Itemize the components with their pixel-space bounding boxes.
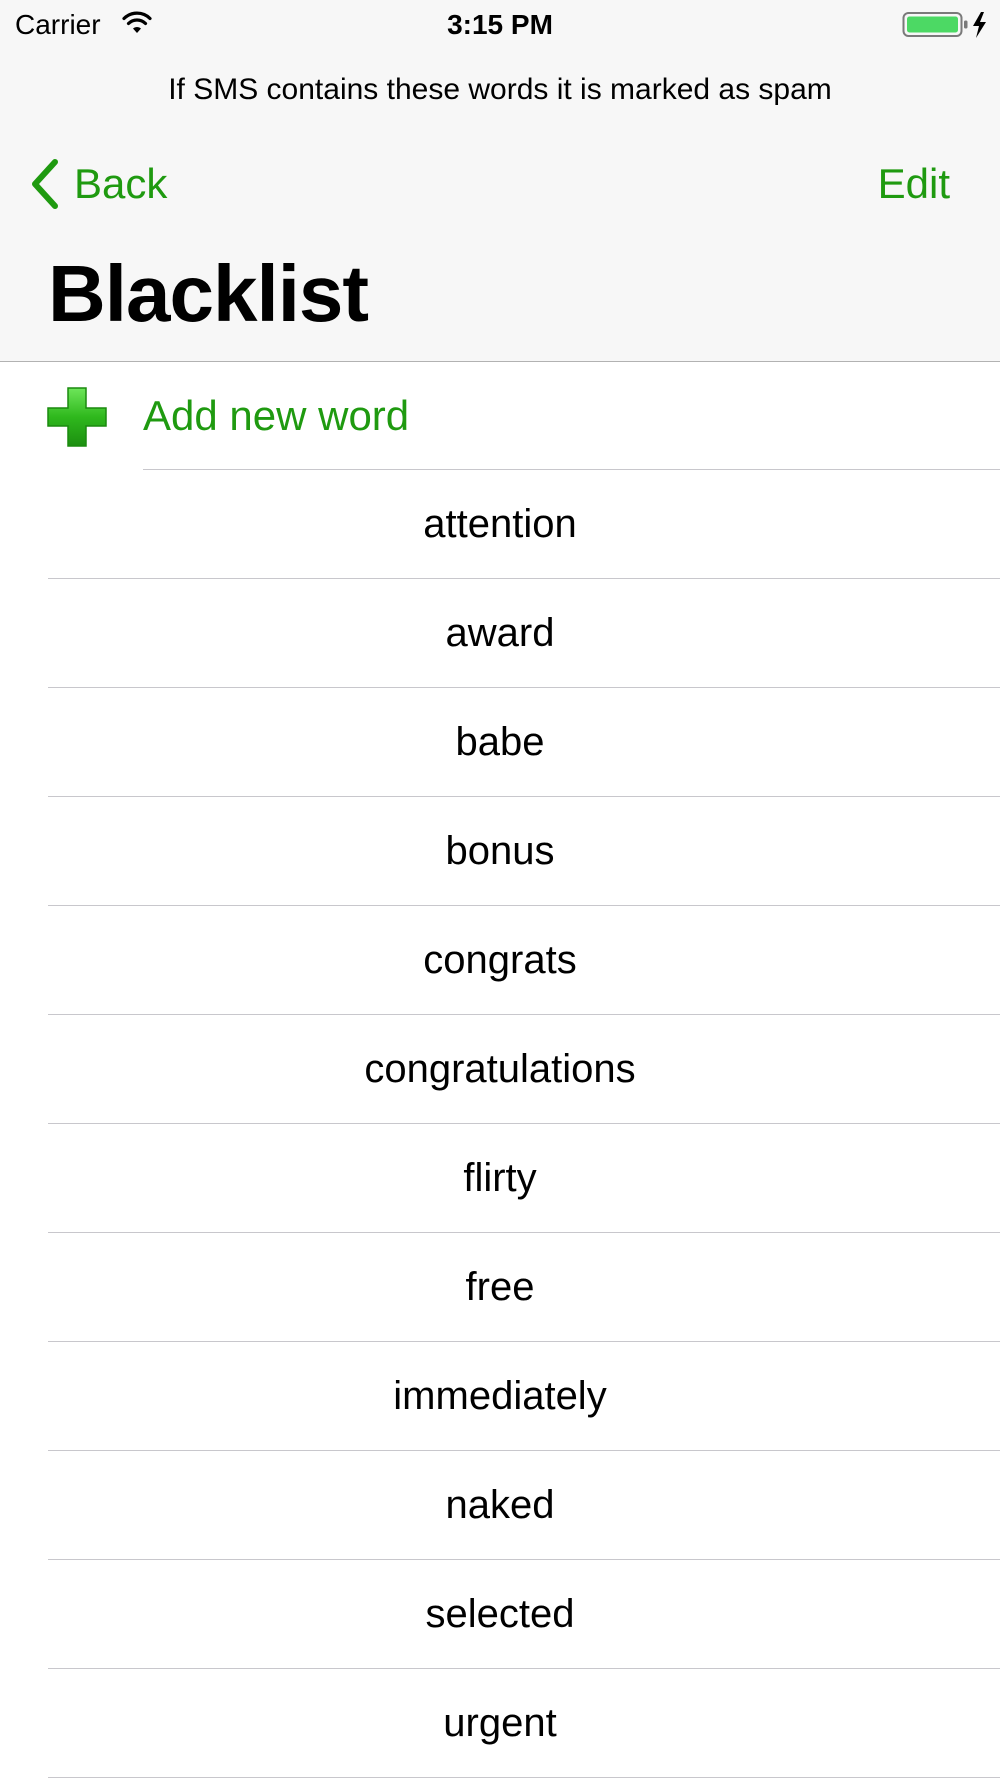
word-label: congrats <box>423 938 577 982</box>
word-row[interactable]: bonus <box>0 797 1000 906</box>
word-row[interactable]: award <box>0 579 1000 688</box>
word-row[interactable]: babe <box>0 688 1000 797</box>
word-row[interactable]: urgent <box>0 1669 1000 1778</box>
word-row[interactable]: congrats <box>0 906 1000 1015</box>
word-label: attention <box>423 502 577 546</box>
word-row[interactable]: congratulations <box>0 1015 1000 1124</box>
chevron-left-icon <box>32 159 58 209</box>
edit-button[interactable]: Edit <box>878 155 950 213</box>
word-label: babe <box>455 720 545 764</box>
word-label: flirty <box>463 1156 537 1200</box>
word-label: congratulations <box>364 1047 636 1091</box>
word-label: immediately <box>393 1374 607 1418</box>
word-label: selected <box>425 1592 575 1636</box>
blacklist-table: Add new word attention award babe bonus … <box>0 362 1000 1778</box>
word-row[interactable]: free <box>0 1233 1000 1342</box>
word-row[interactable]: attention <box>0 470 1000 579</box>
status-bar: Carrier 3:15 PM <box>0 0 1000 50</box>
add-new-word-row[interactable]: Add new word <box>0 362 1000 470</box>
plus-icon <box>47 387 107 447</box>
word-label: bonus <box>445 829 555 873</box>
battery-charging-icon <box>902 12 986 38</box>
word-label: award <box>445 611 555 655</box>
word-row[interactable]: immediately <box>0 1342 1000 1451</box>
word-label: urgent <box>443 1701 557 1745</box>
status-time: 3:15 PM <box>447 9 553 40</box>
word-row[interactable]: selected <box>0 1560 1000 1669</box>
word-label: naked <box>445 1483 555 1527</box>
word-row[interactable]: flirty <box>0 1124 1000 1233</box>
add-new-word-label: Add new word <box>143 392 410 439</box>
back-button[interactable]: Back <box>28 155 167 213</box>
back-label: Back <box>74 160 168 207</box>
spam-rule-description: If SMS contains these words it is marked… <box>168 73 832 106</box>
word-label: free <box>465 1265 535 1309</box>
word-row[interactable]: naked <box>0 1451 1000 1560</box>
header: Carrier 3:15 PM If SMS contains these wo… <box>0 0 1000 362</box>
page-title: Blacklist <box>48 249 369 338</box>
